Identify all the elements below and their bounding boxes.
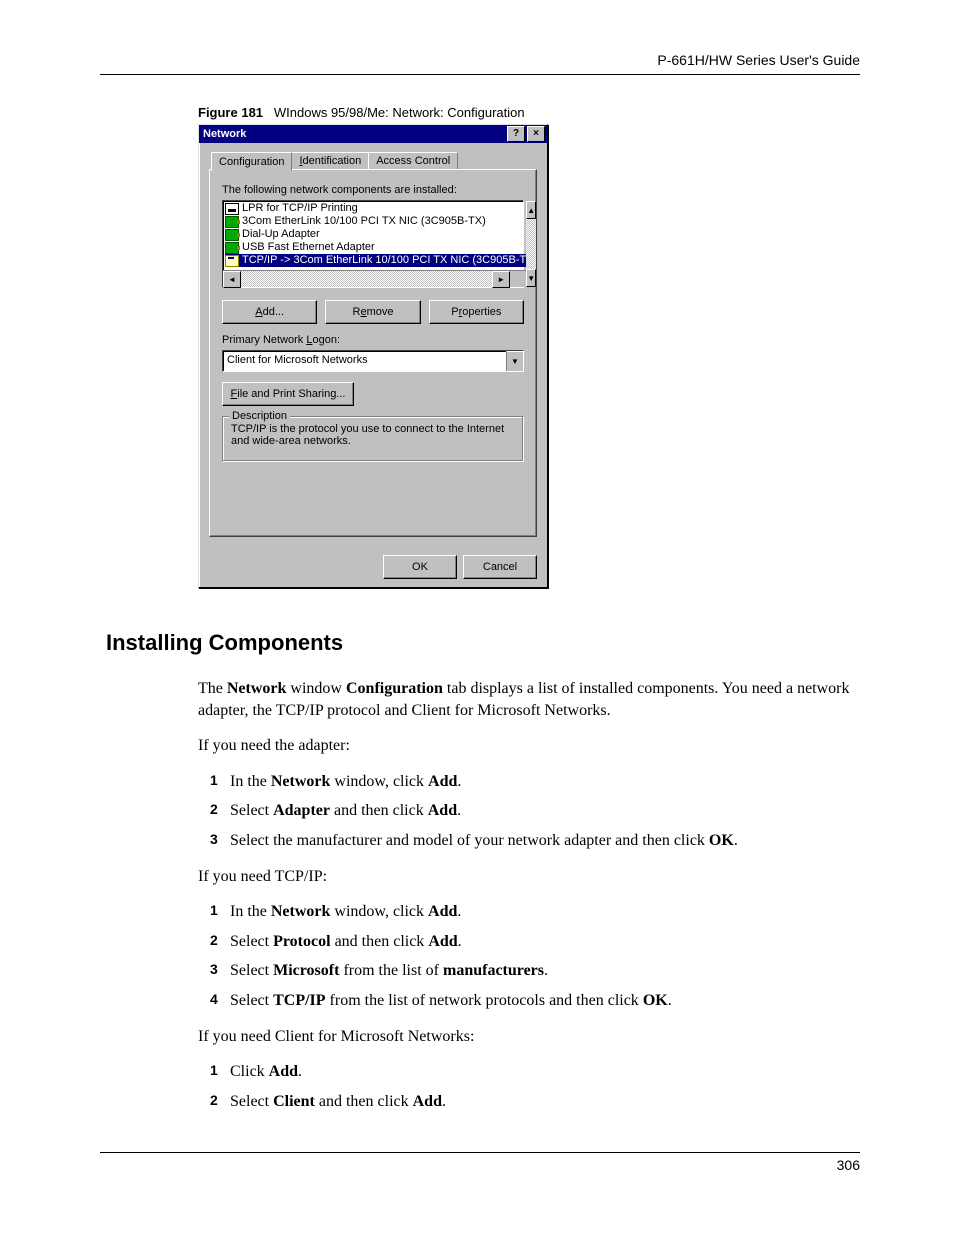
document-header: P-661H/HW Series User's Guide	[100, 52, 860, 74]
list-item-label: Dial-Up Adapter	[242, 228, 320, 241]
nic-icon	[225, 229, 239, 241]
scroll-left-icon[interactable]: ◄	[223, 271, 241, 288]
tab-access-control[interactable]: Access Control	[368, 152, 458, 170]
description-group: Description TCP/IP is the protocol you u…	[222, 416, 524, 462]
cancel-button[interactable]: Cancel	[463, 555, 537, 579]
step: 3Select Microsoft from the list of manuf…	[210, 960, 858, 982]
file-print-sharing-button[interactable]: File and Print Sharing...	[222, 382, 354, 406]
intro-paragraph: The Network window Configuration tab dis…	[198, 678, 858, 721]
tcpip-steps: 1In the Network window, click Add. 2Sele…	[210, 901, 858, 1011]
dialog-title: Network	[203, 128, 246, 140]
list-item-label: 3Com EtherLink 10/100 PCI TX NIC (3C905B…	[242, 215, 486, 228]
list-item[interactable]: LPR for TCP/IP Printing	[225, 202, 526, 215]
remove-button[interactable]: Remove	[325, 300, 420, 324]
step: 2Select Adapter and then click Add.	[210, 800, 858, 822]
primary-logon-combo[interactable]: Client for Microsoft Networks ▼	[222, 350, 524, 372]
list-item-label: USB Fast Ethernet Adapter	[242, 241, 375, 254]
nic-icon	[225, 216, 239, 228]
combo-value: Client for Microsoft Networks	[223, 351, 506, 371]
scroll-corner	[510, 271, 526, 287]
nic-icon	[225, 242, 239, 254]
figure-caption: Figure 181 WIndows 95/98/Me: Network: Co…	[198, 105, 858, 120]
section-heading: Installing Components	[106, 630, 858, 656]
help-icon[interactable]: ?	[507, 126, 525, 142]
description-legend: Description	[229, 410, 290, 422]
primary-logon-label: Primary Network Logon:	[222, 334, 524, 346]
client-intro: If you need Client for Microsoft Network…	[198, 1026, 858, 1048]
ok-button[interactable]: OK	[383, 555, 457, 579]
tab-identification-label: dentification	[303, 155, 362, 167]
footer-rule	[100, 1152, 860, 1153]
components-label: The following network components are ins…	[222, 184, 524, 196]
figure-label: Figure 181	[198, 105, 263, 120]
list-item[interactable]: 3Com EtherLink 10/100 PCI TX NIC (3C905B…	[225, 215, 526, 228]
scroll-down-icon[interactable]: ▼	[526, 269, 536, 287]
horizontal-scrollbar[interactable]: ◄ ►	[223, 270, 526, 287]
titlebar[interactable]: Network ? ×	[199, 125, 547, 143]
page-number: 306	[110, 1157, 860, 1173]
scroll-track[interactable]	[526, 219, 536, 269]
client-steps: 1Click Add. 2Select Client and then clic…	[210, 1061, 858, 1112]
adapter-intro: If you need the adapter:	[198, 735, 858, 757]
properties-button[interactable]: Properties	[429, 300, 524, 324]
tcpip-intro: If you need TCP/IP:	[198, 866, 858, 888]
scroll-up-icon[interactable]: ▲	[526, 201, 536, 219]
network-dialog: Network ? × Configuration Identification…	[198, 124, 548, 588]
add-button[interactable]: Add...	[222, 300, 317, 324]
scroll-track[interactable]	[241, 271, 492, 287]
printer-icon	[225, 203, 239, 215]
step: 2Select Client and then click Add.	[210, 1091, 858, 1113]
adapter-steps: 1In the Network window, click Add. 2Sele…	[210, 771, 858, 852]
figure-caption-text: WIndows 95/98/Me: Network: Configuration	[274, 105, 525, 120]
step: 2Select Protocol and then click Add.	[210, 931, 858, 953]
tab-configuration[interactable]: Configuration	[211, 152, 292, 171]
scroll-right-icon[interactable]: ►	[492, 271, 510, 288]
step: 3Select the manufacturer and model of yo…	[210, 830, 858, 852]
components-listbox[interactable]: LPR for TCP/IP Printing 3Com EtherLink 1…	[222, 200, 524, 288]
tab-identification[interactable]: Identification	[291, 152, 369, 170]
chevron-down-icon[interactable]: ▼	[506, 351, 523, 371]
list-item-selected[interactable]: TCP/IP -> 3Com EtherLink 10/100 PCI TX N…	[225, 254, 526, 267]
description-text: TCP/IP is the protocol you use to connec…	[231, 423, 515, 447]
protocol-icon	[225, 255, 239, 267]
document-body: The Network window Configuration tab dis…	[198, 678, 858, 1112]
header-rule	[100, 74, 860, 75]
list-item-label: LPR for TCP/IP Printing	[242, 202, 358, 215]
step: 4Select TCP/IP from the list of network …	[210, 990, 858, 1012]
step: 1In the Network window, click Add.	[210, 901, 858, 923]
vertical-scrollbar[interactable]: ▲ ▼	[526, 201, 536, 287]
list-item[interactable]: USB Fast Ethernet Adapter	[225, 241, 526, 254]
list-item[interactable]: Dial-Up Adapter	[225, 228, 526, 241]
close-icon[interactable]: ×	[527, 126, 545, 142]
list-item-label: TCP/IP -> 3Com EtherLink 10/100 PCI TX N…	[242, 254, 526, 267]
step: 1Click Add.	[210, 1061, 858, 1083]
step: 1In the Network window, click Add.	[210, 771, 858, 793]
